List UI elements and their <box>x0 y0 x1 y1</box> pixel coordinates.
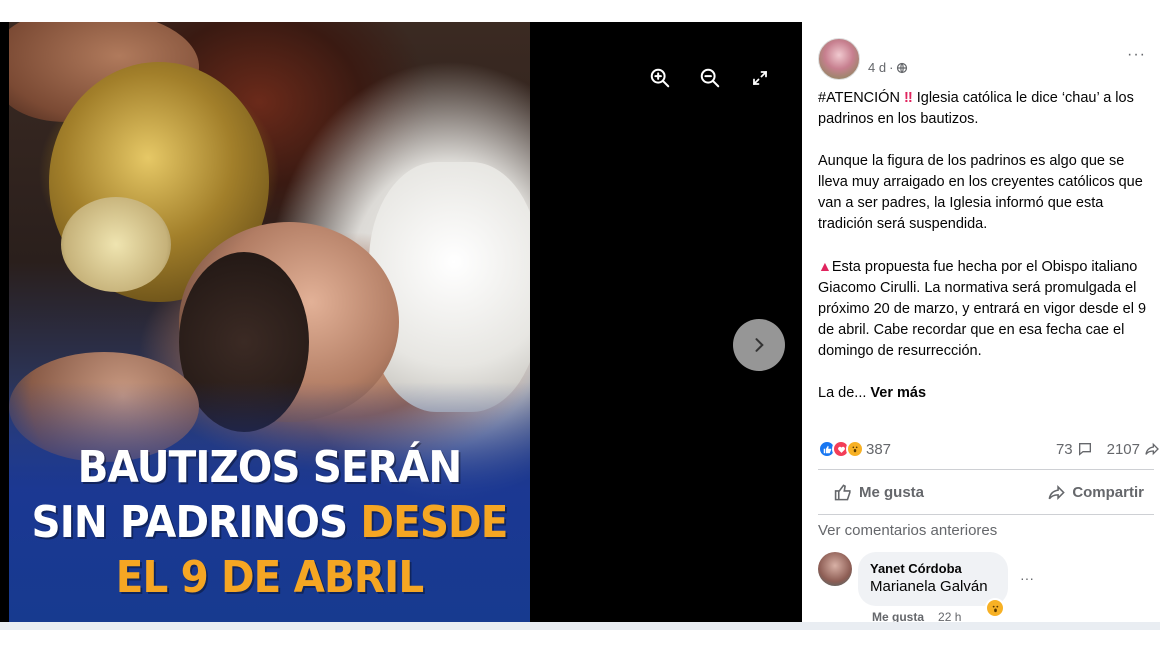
comment-avatar[interactable] <box>818 552 852 586</box>
headline-line-2: SIN PADRINOS DESDE <box>30 495 509 550</box>
engagement-stats: 73 2107 <box>1056 441 1160 458</box>
viewer-toolbar <box>648 66 772 90</box>
share-button-label: Compartir <box>1072 483 1144 501</box>
bottom-scrollbar-track <box>0 622 1160 630</box>
comment-actions: Me gusta 22 h <box>872 610 961 622</box>
thumbs-up-icon <box>834 483 851 500</box>
post-options-button[interactable]: ··· <box>1127 46 1146 64</box>
comments-count: 73 <box>1055 440 1073 458</box>
share-button[interactable]: Compartir <box>1031 483 1160 502</box>
comment-author[interactable]: Yanet Córdoba <box>870 560 996 577</box>
comment-wow-reaction-icon[interactable] <box>985 598 1005 618</box>
reaction-icons[interactable] <box>818 440 864 458</box>
headline-line-3: EL 9 DE ABRIL <box>115 552 424 603</box>
comment-mention[interactable]: Marianela Galván <box>870 577 996 597</box>
bottom-margin <box>0 630 1160 653</box>
post-paragraph-1: #ATENCIÓN ‼ Iglesia católica le dice ‘ch… <box>818 88 1156 130</box>
photo-cloth <box>369 162 530 412</box>
avatar[interactable] <box>818 38 860 80</box>
post-paragraph-2: Aunque la figura de los padrinos es algo… <box>818 153 1143 232</box>
comments-count-group[interactable]: 73 <box>1056 441 1093 458</box>
photo-pitcher-mouth <box>61 197 171 292</box>
share-arrow-icon <box>1048 484 1066 500</box>
reactions-count[interactable]: 387 <box>866 441 891 458</box>
wow-reaction-icon <box>846 440 864 458</box>
like-button-label: Me gusta <box>859 483 925 501</box>
reactions-bar: 387 73 2107 <box>818 438 1160 460</box>
see-more-link[interactable]: Ver más <box>870 385 926 401</box>
share-icon <box>1145 442 1159 456</box>
post-paragraph-3-text: Esta propuesta fue hecha por el Obispo i… <box>818 259 1147 359</box>
post-paragraph-3: ▲Esta propuesta fue hecha por el Obispo … <box>818 256 1156 362</box>
comment-icon <box>1078 443 1091 456</box>
comment-options-button[interactable]: ··· <box>1020 570 1034 586</box>
like-button[interactable]: Me gusta <box>818 483 940 502</box>
zoom-out-icon[interactable] <box>698 66 722 90</box>
post-actions: Me gusta Compartir <box>818 478 1160 506</box>
shares-count: 2107 <box>1106 440 1140 458</box>
divider <box>818 514 1154 515</box>
chevron-right-icon <box>755 338 764 352</box>
comment-time[interactable]: 22 h <box>938 610 961 622</box>
next-photo-button[interactable] <box>733 319 785 371</box>
comment-bubble: Yanet Córdoba Marianela Galván <box>858 552 1008 606</box>
double-exclamation-icon: ‼ <box>903 90 913 106</box>
post-timestamp[interactable]: 4 d · <box>868 60 908 75</box>
red-triangle-icon: ▲ <box>818 258 832 274</box>
meta-separator: · <box>889 60 894 75</box>
headline-line-1: BAUTIZOS SERÁN <box>77 442 463 493</box>
photo-viewer: BAUTIZOS SERÁN SIN PADRINOS DESDE EL 9 D… <box>0 22 802 622</box>
post-paragraph-4: La de... Ver más <box>818 383 1156 404</box>
view-previous-comments-link[interactable]: Ver comentarios anteriores <box>818 522 997 539</box>
comment-like-link[interactable]: Me gusta <box>872 610 924 622</box>
globe-icon <box>897 62 908 73</box>
zoom-in-icon[interactable] <box>648 66 672 90</box>
post-panel: 4 d · ··· #ATENCIÓN ‼ Iglesia católica l… <box>802 22 1160 622</box>
fullscreen-icon[interactable] <box>748 66 772 90</box>
post-truncated-text: La de... <box>818 385 871 401</box>
hashtag-link[interactable]: #ATENCIÓN <box>818 90 900 106</box>
post-time[interactable]: 4 d <box>868 60 886 75</box>
headline-line-2-white: SIN PADRINOS <box>31 497 361 548</box>
photo-headline: BAUTIZOS SERÁN SIN PADRINOS DESDE EL 9 D… <box>30 440 509 605</box>
headline-line-2-orange: DESDE <box>360 497 508 548</box>
divider <box>818 469 1154 470</box>
post-body: #ATENCIÓN ‼ Iglesia católica le dice ‘ch… <box>818 88 1156 425</box>
shares-count-group[interactable]: 2107 <box>1107 441 1160 458</box>
